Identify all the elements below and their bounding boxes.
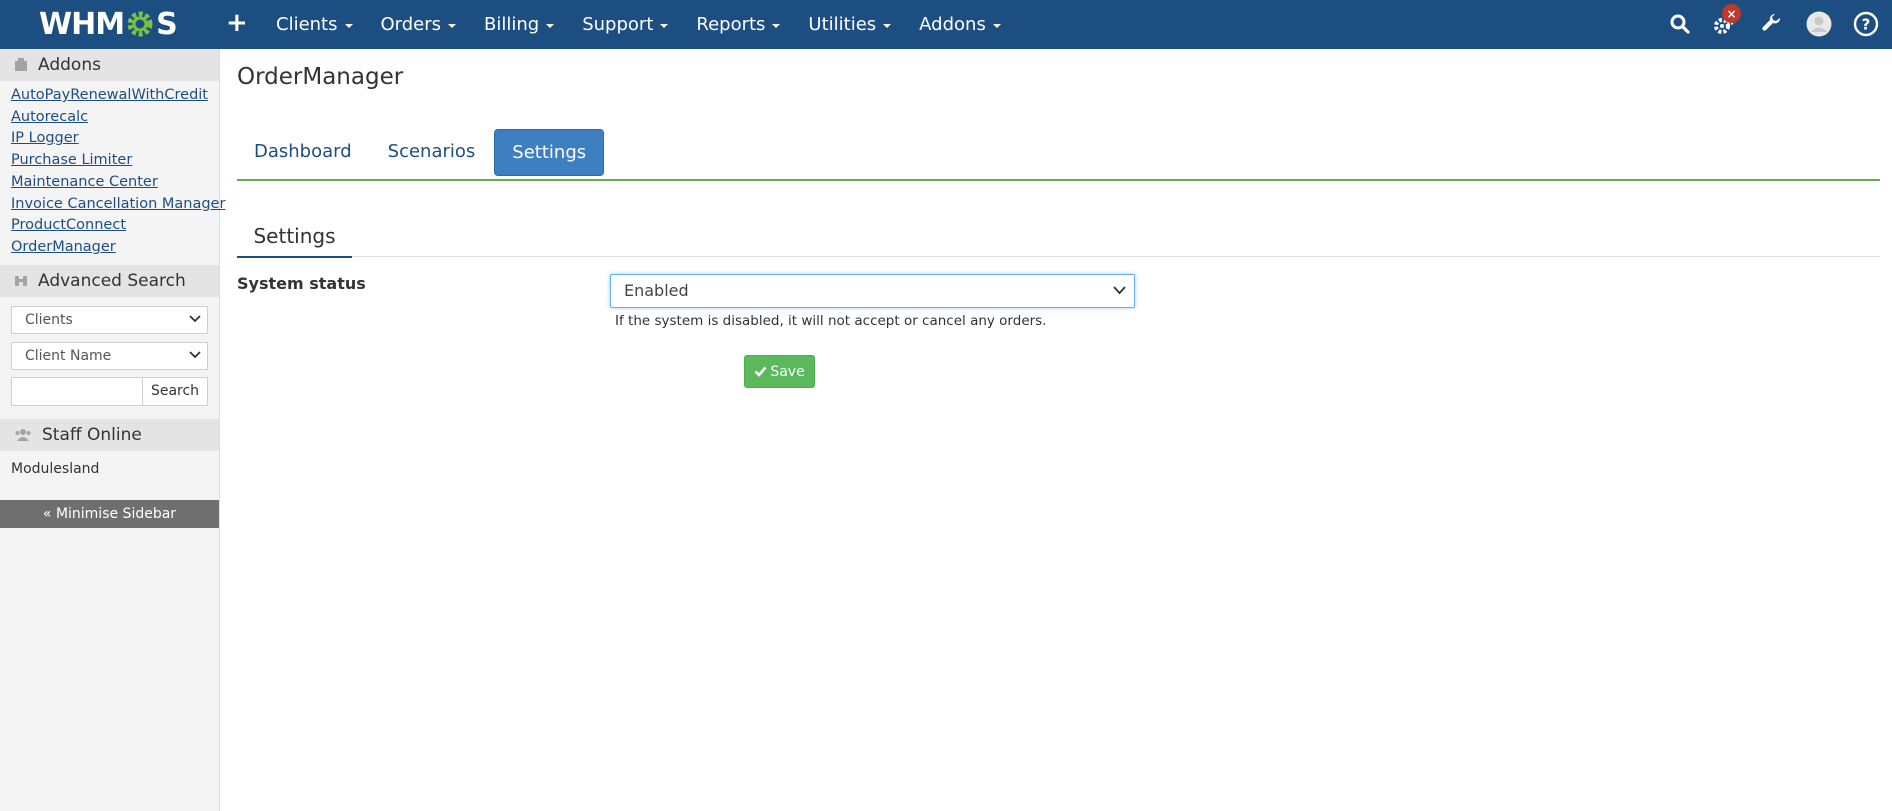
tabs-divider [237, 179, 1880, 181]
search-type-select[interactable]: Clients [11, 305, 208, 334]
staff-online-header: Staff Online [0, 418, 219, 451]
chevron-down-icon [189, 350, 201, 358]
system-status-select[interactable]: Enabled [610, 274, 1135, 308]
wrench-icon[interactable] [1760, 12, 1784, 36]
sidebar: Addons AutoPayRenewalWithCredit Autoreca… [0, 49, 225, 811]
add-new-button[interactable]: + [226, 8, 248, 38]
binoculars-icon [15, 275, 27, 286]
minimise-sidebar-button[interactable]: « Minimise Sidebar [0, 500, 219, 528]
search-row: Search [11, 376, 208, 406]
check-icon [754, 366, 767, 377]
page-title: OrderManager [237, 64, 404, 90]
addon-link[interactable]: OrderManager [11, 237, 219, 259]
section-divider [352, 256, 1880, 257]
tab-scenarios[interactable]: Scenarios [371, 129, 493, 174]
advanced-search-header: Advanced Search [0, 264, 219, 297]
menu-addons[interactable]: Addons [905, 0, 1015, 49]
main-menu: Clients Orders Billing Support Reports U… [262, 0, 1015, 49]
addon-link[interactable]: IP Logger [11, 128, 219, 150]
search-field-select[interactable]: Client Name [11, 341, 208, 370]
caret-down-icon [883, 23, 892, 28]
module-tabs: Dashboard Scenarios Settings [237, 129, 606, 176]
help-icon[interactable]: ? [1853, 11, 1879, 37]
whmcs-logo[interactable]: WHM S [39, 6, 178, 42]
menu-orders[interactable]: Orders [367, 0, 471, 49]
notification-badge[interactable]: × [1722, 4, 1741, 23]
menu-billing[interactable]: Billing [470, 0, 568, 49]
cube-icon [15, 58, 27, 71]
system-status-label: System status [237, 274, 366, 293]
addons-panel-header: Addons [0, 49, 219, 81]
caret-down-icon [448, 23, 457, 28]
addon-link[interactable]: Autorecalc [11, 107, 219, 129]
menu-clients[interactable]: Clients [262, 0, 367, 49]
tab-dashboard[interactable]: Dashboard [237, 129, 369, 174]
caret-down-icon [344, 23, 353, 28]
settings-section-tab[interactable]: Settings [237, 215, 352, 258]
chevron-down-icon [1113, 286, 1126, 295]
users-icon [15, 428, 31, 441]
addon-link[interactable]: Purchase Limiter [11, 150, 219, 172]
tab-settings[interactable]: Settings [494, 129, 605, 176]
search-button[interactable]: Search [142, 376, 208, 406]
menu-reports[interactable]: Reports [682, 0, 794, 49]
addon-link[interactable]: ProductConnect [11, 215, 219, 237]
addon-link[interactable]: AutoPayRenewalWithCredit [11, 85, 219, 107]
menu-utilities[interactable]: Utilities [794, 0, 905, 49]
top-navbar: WHM S + Clients Orders Billing Support R… [0, 0, 1892, 49]
system-status-help: If the system is disabled, it will not a… [615, 313, 1047, 329]
addon-link[interactable]: Invoice Cancellation Manager [11, 194, 225, 216]
caret-down-icon [992, 23, 1001, 28]
search-input[interactable] [11, 376, 142, 406]
chevron-down-icon [189, 314, 201, 322]
search-icon[interactable] [1668, 12, 1692, 36]
staff-name: Modulesland [11, 460, 100, 477]
caret-down-icon [772, 23, 781, 28]
save-button[interactable]: Save [744, 355, 815, 388]
logo-gear-icon [127, 11, 153, 37]
caret-down-icon [546, 23, 555, 28]
addon-link[interactable]: Maintenance Center [11, 172, 219, 194]
user-avatar-icon[interactable] [1806, 11, 1832, 37]
svg-text:?: ? [1862, 16, 1871, 34]
caret-down-icon [660, 23, 669, 28]
menu-support[interactable]: Support [568, 0, 682, 49]
addon-links: AutoPayRenewalWithCredit Autorecalc IP L… [0, 81, 225, 265]
